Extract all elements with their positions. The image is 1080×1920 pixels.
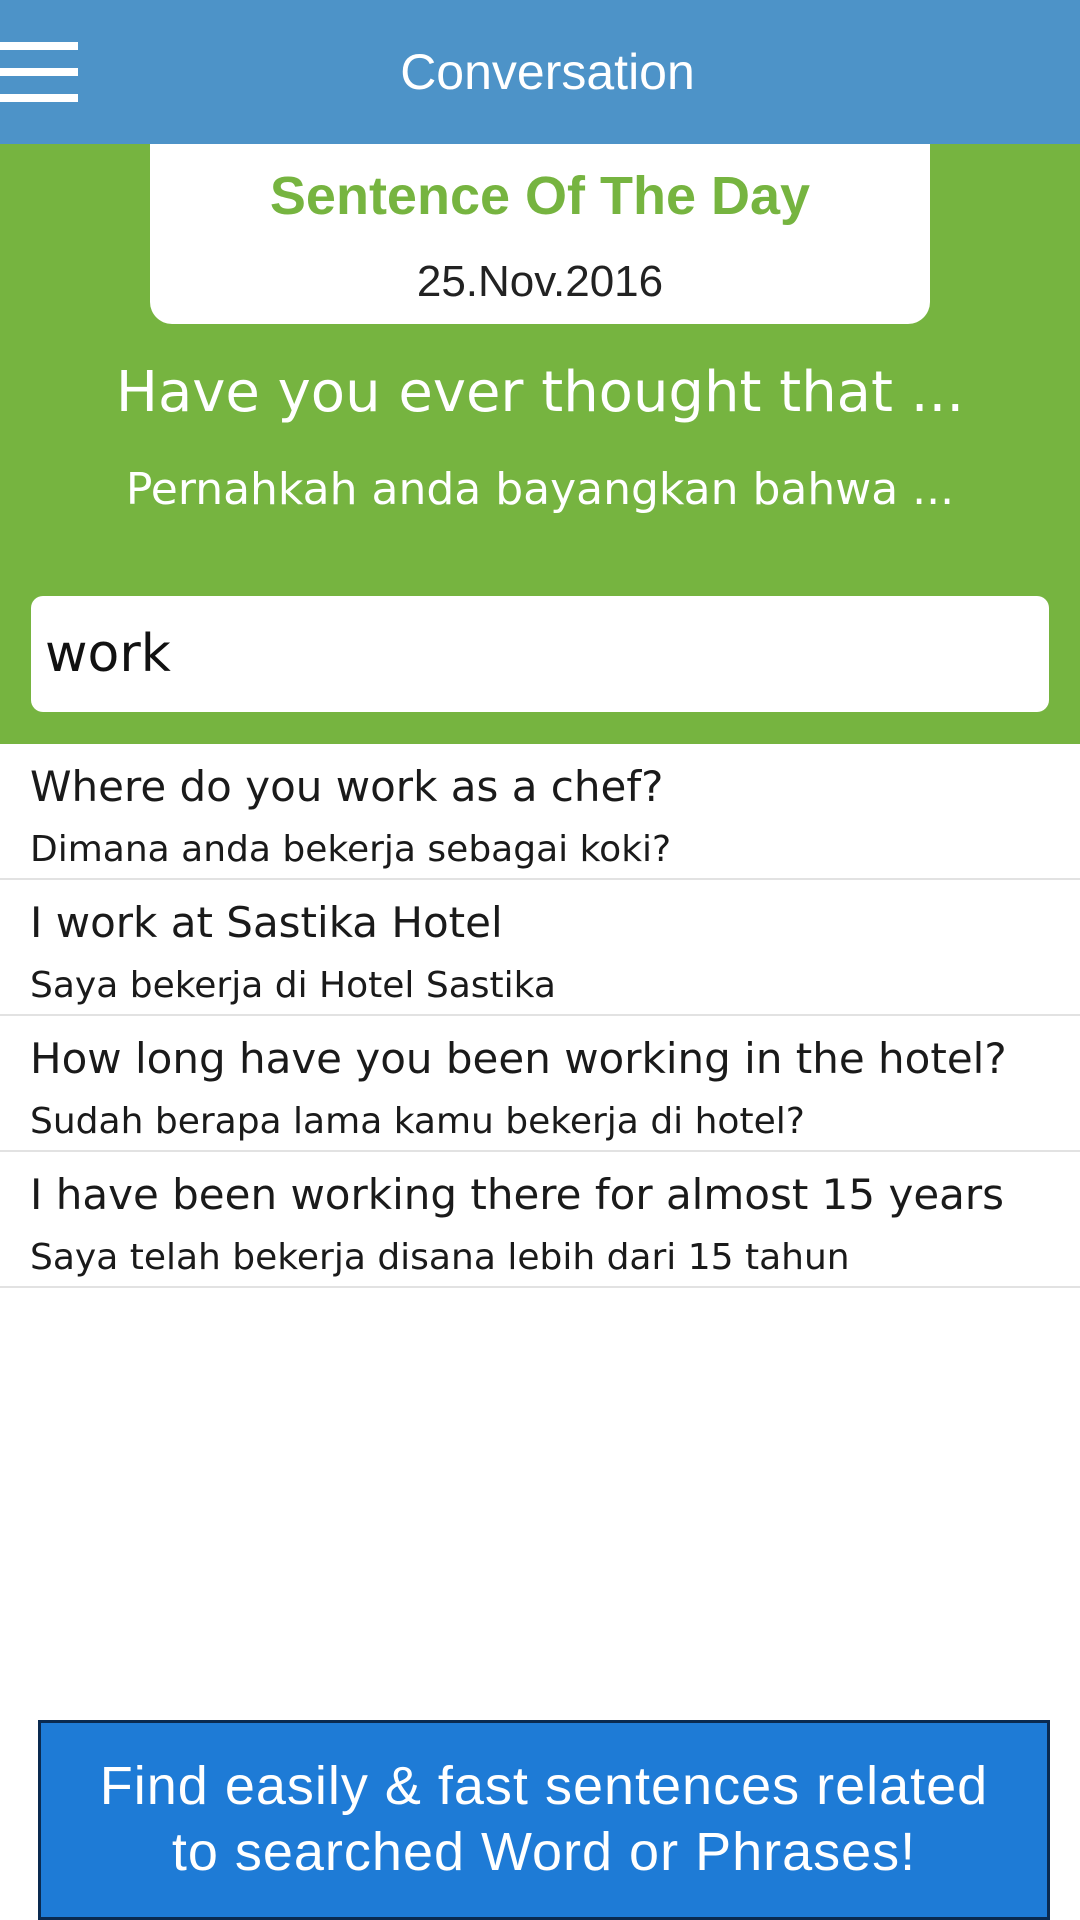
list-item[interactable]: I have been working there for almost 15 … [0, 1152, 1080, 1288]
sentence-of-the-day-card: Sentence Of The Day 25.Nov.2016 [150, 144, 930, 324]
banner-line-2: to searched Word or Phrases! [171, 1822, 917, 1882]
banner-line-1: Find easily & fast sentences related [99, 1756, 989, 1816]
search-input[interactable] [45, 596, 1035, 712]
banner-text: Find easily & fast sentences related to … [41, 1753, 1047, 1885]
sentence-of-the-day-section: Sentence Of The Day 25.Nov.2016 Have you… [0, 144, 1080, 744]
list-item[interactable]: Where do you work as a chef? Dimana anda… [0, 744, 1080, 880]
result-english: How long have you been working in the ho… [30, 1034, 1007, 1083]
result-indonesian: Saya telah bekerja disana lebih dari 15 … [30, 1237, 850, 1278]
app-header: Conversation [0, 0, 1080, 144]
sotd-sentence-indonesian: Pernahkah anda bayangkan bahwa ... [125, 464, 955, 515]
result-indonesian: Saya bekerja di Hotel Sastika [30, 965, 556, 1006]
result-indonesian: Dimana anda bekerja sebagai koki? [30, 829, 672, 870]
sotd-sentence-english: Have you ever thought that ... [115, 360, 965, 425]
page-title: Conversation [400, 44, 695, 100]
result-indonesian: Sudah berapa lama kamu bekerja di hotel? [30, 1101, 805, 1142]
sotd-title: Sentence Of The Day [269, 166, 811, 226]
result-english: I have been working there for almost 15 … [30, 1170, 1005, 1219]
results-list: Where do you work as a chef? Dimana anda… [0, 744, 1080, 1288]
list-item[interactable]: I work at Sastika Hotel Saya bekerja di … [0, 880, 1080, 1016]
list-item[interactable]: How long have you been working in the ho… [0, 1016, 1080, 1152]
sotd-date: 25.Nov.2016 [416, 257, 664, 306]
result-english: Where do you work as a chef? [30, 762, 664, 811]
search-box [31, 596, 1049, 712]
result-english: I work at Sastika Hotel [30, 898, 503, 947]
promo-banner[interactable]: Find easily & fast sentences related to … [38, 1720, 1050, 1920]
